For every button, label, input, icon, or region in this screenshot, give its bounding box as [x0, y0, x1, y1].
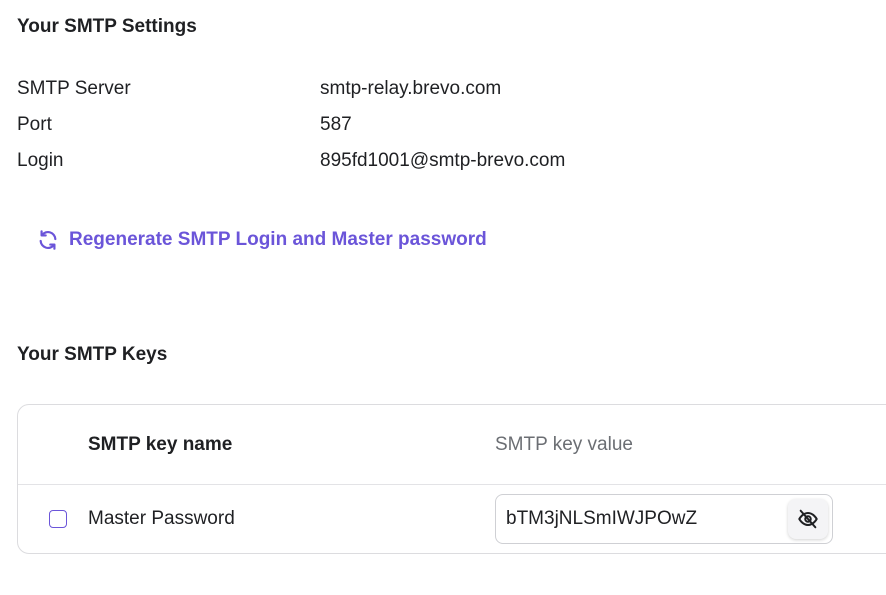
settings-value: 895fd1001@smtp-brevo.com: [320, 150, 566, 171]
column-header-key-name: SMTP key name: [88, 434, 233, 455]
settings-label: SMTP Server: [17, 78, 131, 99]
settings-value: 587: [320, 114, 352, 135]
regenerate-credentials-link[interactable]: Regenerate SMTP Login and Master passwor…: [37, 229, 487, 251]
row-select-checkbox[interactable]: [49, 510, 67, 528]
settings-label: Port: [17, 114, 52, 135]
smtp-settings-title: Your SMTP Settings: [17, 16, 197, 37]
key-value-text: bTM3jNLSmIWJPOwZ: [506, 508, 698, 529]
column-header-key-value: SMTP key value: [495, 434, 633, 455]
smtp-keys-table: SMTP key name SMTP key value Master Pass…: [17, 404, 886, 554]
smtp-settings-page: Your SMTP Settings SMTP Server smtp-rela…: [0, 0, 886, 595]
smtp-keys-title: Your SMTP Keys: [17, 344, 168, 365]
table-header: SMTP key name SMTP key value: [18, 405, 886, 485]
settings-value: smtp-relay.brevo.com: [320, 78, 502, 99]
key-name: Master Password: [88, 508, 235, 529]
key-value-field[interactable]: bTM3jNLSmIWJPOwZ: [495, 494, 833, 544]
settings-label: Login: [17, 150, 64, 171]
toggle-visibility-button[interactable]: [788, 499, 828, 539]
regenerate-link-label: Regenerate SMTP Login and Master passwor…: [69, 229, 487, 250]
table-row: Master Password bTM3jNLSmIWJPOwZ: [18, 485, 886, 554]
eye-off-icon: [797, 508, 819, 530]
refresh-icon: [37, 229, 59, 251]
